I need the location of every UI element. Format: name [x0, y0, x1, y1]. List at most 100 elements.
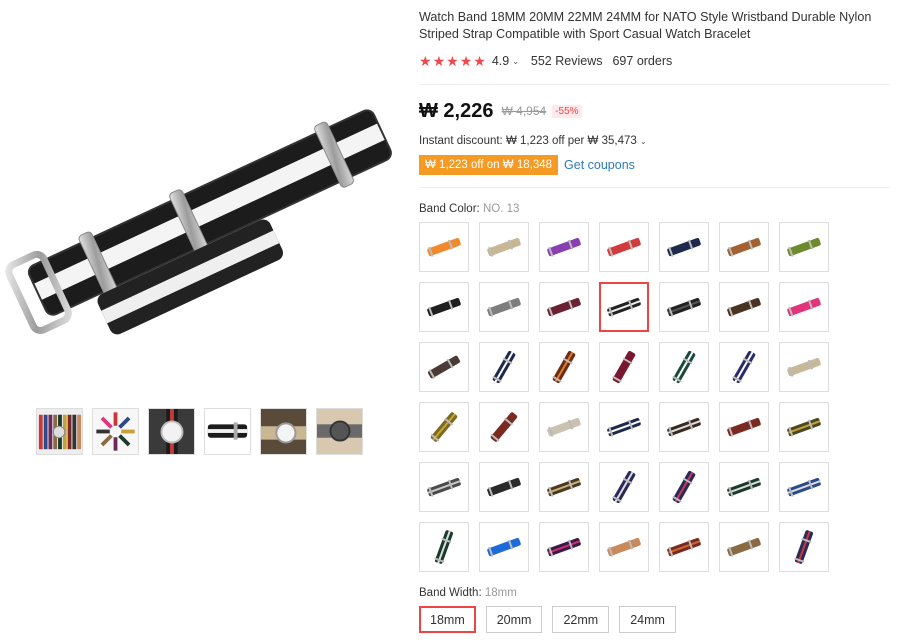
main-product-image[interactable]: [0, 95, 400, 335]
watch-band-icon: [667, 297, 701, 317]
watch-band-icon: [787, 417, 821, 437]
thumbnail-strip: [36, 408, 363, 455]
color-swatch[interactable]: [419, 222, 469, 272]
color-swatch[interactable]: [779, 402, 829, 452]
color-swatch[interactable]: [659, 402, 709, 452]
color-swatch[interactable]: [599, 522, 649, 572]
color-swatch[interactable]: [719, 342, 769, 392]
thumb-wrist-dark[interactable]: [260, 408, 307, 455]
color-swatch[interactable]: [419, 342, 469, 392]
star-icon: ★: [446, 53, 459, 69]
price-row: ₩ 2,226 ₩ 4,954 -55%: [419, 98, 582, 124]
size-option-24mm[interactable]: 24mm: [619, 606, 676, 633]
band-width-label-text: Band Width:: [419, 587, 482, 599]
color-swatch[interactable]: [719, 222, 769, 272]
color-swatch[interactable]: [779, 462, 829, 512]
thumb-black-white[interactable]: [204, 408, 251, 455]
color-swatch[interactable]: [479, 222, 529, 272]
reviews-link[interactable]: 552 Reviews: [531, 54, 603, 68]
watch-band-icon: [490, 412, 518, 442]
watch-band-icon: [547, 297, 581, 317]
watch-band-icon: [547, 537, 581, 557]
color-swatch[interactable]: [599, 342, 649, 392]
watch-band-icon: [732, 351, 756, 383]
color-swatch[interactable]: [659, 342, 709, 392]
color-swatch[interactable]: [659, 282, 709, 332]
color-swatch[interactable]: [599, 402, 649, 452]
star-icon: ★: [459, 53, 473, 69]
color-swatch[interactable]: [779, 522, 829, 572]
watch-band-icon: [427, 477, 461, 497]
discount-badge: -55%: [552, 104, 582, 118]
product-title: Watch Band 18MM 20MM 22MM 24MM for NATO …: [419, 10, 872, 41]
watch-band-icon: [727, 537, 761, 557]
band-color-selected: NO. 13: [482, 203, 520, 215]
color-swatch[interactable]: [599, 222, 649, 272]
watch-band-icon: [672, 471, 696, 503]
current-price: ₩ 2,226: [419, 99, 494, 122]
color-swatch[interactable]: [779, 222, 829, 272]
color-swatch[interactable]: [599, 462, 649, 512]
color-swatch[interactable]: [659, 222, 709, 272]
color-swatch[interactable]: [539, 282, 589, 332]
band-color-label: Band Color: NO. 13: [419, 203, 519, 215]
chevron-down-icon[interactable]: ⌄: [512, 57, 519, 66]
color-swatch[interactable]: [479, 522, 529, 572]
watch-band-icon: [427, 297, 461, 317]
size-option-18mm[interactable]: 18mm: [419, 606, 476, 633]
watch-band-icon: [794, 530, 814, 564]
watch-band-icon: [430, 412, 458, 442]
color-swatch[interactable]: [419, 402, 469, 452]
thumb-color-wheel[interactable]: [92, 408, 139, 455]
rating-value[interactable]: 4.9: [492, 54, 509, 68]
size-option-22mm[interactable]: 22mm: [552, 606, 610, 633]
rating-stars: ★ ★ ★ ★ ★: [419, 54, 486, 68]
watch-band-icon: [667, 537, 701, 557]
color-swatch[interactable]: [419, 282, 469, 332]
color-swatch[interactable]: [539, 522, 589, 572]
color-swatch[interactable]: [719, 522, 769, 572]
color-swatch[interactable]: [779, 282, 829, 332]
star-icon: ★: [419, 53, 432, 69]
watch-band-icon: [727, 297, 761, 317]
band-width-label: Band Width: 18mm: [419, 587, 517, 599]
watch-band-icon: [727, 477, 761, 497]
watch-band-icon: [607, 297, 641, 317]
thumb-wrist-gray[interactable]: [316, 408, 363, 455]
thumb-multicolor-stack[interactable]: [36, 408, 83, 455]
watch-band-icon: [607, 417, 641, 437]
chevron-down-icon[interactable]: ⌄: [640, 137, 647, 146]
color-swatch[interactable]: [479, 402, 529, 452]
color-swatch[interactable]: [479, 342, 529, 392]
watch-band-icon: [787, 297, 821, 317]
color-swatch[interactable]: [659, 462, 709, 512]
color-swatch[interactable]: [539, 342, 589, 392]
color-swatch[interactable]: [539, 402, 589, 452]
band-width-options: 18mm 20mm 22mm 24mm: [419, 606, 676, 633]
color-swatch[interactable]: [599, 282, 649, 332]
size-option-20mm[interactable]: 20mm: [485, 606, 543, 633]
watch-band-icon: [672, 351, 696, 383]
watch-band-icon: [552, 351, 576, 383]
watch-band-icon: [547, 237, 581, 257]
watch-band-icon: [787, 237, 821, 257]
coupon-badge[interactable]: ₩ 1,223 off on ₩ 18,348: [419, 155, 559, 175]
color-swatch[interactable]: [479, 282, 529, 332]
color-swatch[interactable]: [479, 462, 529, 512]
instant-discount[interactable]: Instant discount: ₩ 1,223 off per ₩ 35,4…: [419, 135, 647, 147]
watch-band-icon: [727, 417, 761, 437]
color-swatch[interactable]: [719, 282, 769, 332]
color-swatch[interactable]: [719, 462, 769, 512]
watch-band-icon: [727, 237, 761, 257]
color-swatch[interactable]: [719, 402, 769, 452]
color-swatch[interactable]: [539, 222, 589, 272]
color-swatch[interactable]: [419, 522, 469, 572]
watch-band-icon: [607, 237, 641, 257]
color-swatch[interactable]: [539, 462, 589, 512]
get-coupons-link[interactable]: Get coupons: [564, 158, 635, 172]
color-swatch[interactable]: [419, 462, 469, 512]
divider: [419, 187, 891, 188]
thumb-wrist-silver[interactable]: [148, 408, 195, 455]
color-swatch[interactable]: [779, 342, 829, 392]
color-swatch[interactable]: [659, 522, 709, 572]
